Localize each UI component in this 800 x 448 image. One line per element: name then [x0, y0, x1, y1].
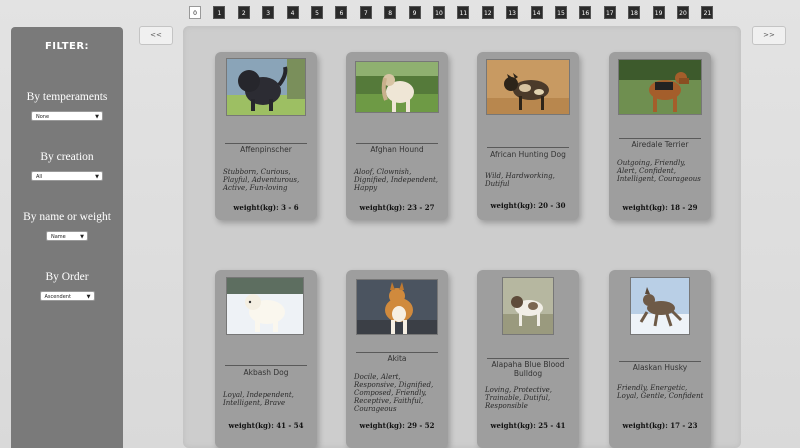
page-button-8[interactable]: 8: [384, 6, 397, 19]
dog-photo: [355, 61, 439, 113]
dog-weight: weight(kg): 29 - 52: [359, 421, 435, 430]
chevron-down-icon: ▼: [86, 294, 91, 300]
dog-card-afghan-hound[interactable]: Afghan Hound Aloof, Clownish, Dignified,…: [346, 52, 448, 220]
dog-weight: weight(kg): 18 - 29: [622, 203, 698, 212]
dog-weight: weight(kg): 25 - 41: [490, 421, 566, 430]
chevron-down-icon: ▼: [95, 174, 99, 180]
dog-photo: [486, 59, 570, 115]
card-divider: [356, 352, 438, 353]
dog-card-alaskan-husky[interactable]: Alaskan Husky Friendly, Energetic, Loyal…: [609, 270, 711, 448]
next-page-button[interactable]: >>: [752, 26, 786, 45]
dog-weight: weight(kg): 17 - 23: [622, 421, 698, 430]
chevron-down-icon: ▼: [80, 234, 84, 240]
page-button-21[interactable]: 21: [701, 6, 714, 19]
card-divider: [225, 143, 307, 144]
dog-weight: weight(kg): 20 - 30: [490, 201, 566, 210]
dog-name: African Hunting Dog: [490, 150, 566, 159]
page-button-10[interactable]: 10: [433, 6, 445, 19]
dog-temperament: Aloof, Clownish, Dignified, Independent,…: [354, 168, 439, 192]
dog-name: Alaskan Husky: [632, 363, 688, 372]
dog-photo: [226, 277, 304, 335]
card-divider: [356, 143, 438, 144]
order-filter: By Order Ascendent ▼: [11, 271, 123, 302]
dog-photo: [226, 58, 306, 116]
filter-title: FILTER:: [44, 41, 90, 52]
page-button-17[interactable]: 17: [603, 6, 616, 19]
order-select[interactable]: Ascendent ▼: [39, 291, 95, 301]
order-filter-label: By Order: [45, 271, 89, 283]
dog-name: Airedale Terrier: [631, 140, 689, 149]
dog-temperament: Outgoing, Friendly, Alert, Confident, In…: [617, 159, 701, 183]
filter-sidebar: FILTER: By temperaments None ▼ By creatio…: [11, 27, 123, 448]
page-button-0[interactable]: 0: [189, 6, 201, 19]
temperament-filter-label: By temperaments: [26, 91, 108, 103]
page-button-7[interactable]: 7: [359, 6, 372, 19]
creation-select[interactable]: All ▼: [31, 171, 103, 181]
page-button-18[interactable]: 18: [628, 6, 641, 19]
page-button-6[interactable]: 6: [335, 6, 348, 19]
page-button-11[interactable]: 11: [457, 6, 470, 19]
page-button-19[interactable]: 19: [652, 6, 665, 19]
dog-card-affenpinscher[interactable]: Affenpinscher Stubborn, Curious, Playful…: [215, 52, 317, 220]
dog-card-grid: Affenpinscher Stubborn, Curious, Playful…: [183, 26, 741, 448]
name-weight-filter-label: By name or weight: [23, 211, 111, 223]
page-button-4[interactable]: 4: [286, 6, 299, 19]
dog-temperament: Wild, Hardworking, Dutiful: [485, 172, 555, 188]
page-button-20[interactable]: 20: [677, 6, 689, 19]
card-divider: [225, 365, 307, 366]
dog-card-african-hunting-dog[interactable]: African Hunting Dog Wild, Hardworking, D…: [477, 52, 579, 220]
page-button-13[interactable]: 13: [506, 6, 519, 19]
page-button-3[interactable]: 3: [262, 6, 275, 19]
page-button-9[interactable]: 9: [408, 6, 421, 19]
prev-page-button[interactable]: <<: [139, 26, 173, 45]
creation-filter: By creation All ▼: [11, 151, 123, 182]
dog-photo: [630, 277, 690, 335]
card-divider: [487, 358, 569, 359]
dog-card-airedale-terrier[interactable]: Airedale Terrier Outgoing, Friendly, Ale…: [609, 52, 711, 220]
dog-name: Alapaha Blue Blood Bulldog: [491, 360, 565, 378]
dog-temperament: Stubborn, Curious, Playful, Adventurous,…: [223, 168, 300, 192]
page-button-15[interactable]: 15: [555, 6, 567, 19]
page-button-16[interactable]: 16: [579, 6, 592, 19]
name-weight-filter: By name or weight Name ▼: [11, 211, 123, 242]
dog-temperament: Loving, Protective, Trainable, Dutiful, …: [485, 386, 553, 410]
dog-temperament: Loyal, Independent, Intelligent, Brave: [223, 391, 294, 407]
dog-card-alapaha-blue-blood-bulldog[interactable]: Alapaha Blue Blood Bulldog Loving, Prote…: [477, 270, 579, 448]
creation-filter-label: By creation: [40, 151, 94, 163]
chevron-down-icon: ▼: [95, 114, 99, 120]
dog-name: Afghan Hound: [370, 145, 424, 154]
dog-name: Affenpinscher: [240, 145, 292, 154]
card-divider: [619, 361, 701, 362]
dog-card-akita[interactable]: Akita Docile, Alert, Responsive, Dignifi…: [346, 270, 448, 448]
card-divider: [487, 147, 569, 148]
dog-name: Akbash Dog: [243, 368, 289, 377]
temperament-filter: By temperaments None ▼: [11, 91, 123, 122]
dog-temperament: Friendly, Energetic, Loyal, Gentle, Conf…: [617, 384, 704, 400]
card-divider: [619, 138, 701, 139]
dog-photo: [618, 59, 702, 115]
page-button-5[interactable]: 5: [311, 6, 323, 19]
dog-photo: [356, 279, 438, 335]
page-button-1[interactable]: 1: [213, 6, 226, 19]
dog-temperament: Docile, Alert, Responsive, Dignified, Co…: [354, 373, 434, 413]
page-button-14[interactable]: 14: [530, 6, 543, 19]
dog-name: Akita: [387, 354, 407, 363]
dog-card-akbash-dog[interactable]: Akbash Dog Loyal, Independent, Intellige…: [215, 270, 317, 448]
dog-weight: weight(kg): 41 - 54: [228, 421, 304, 430]
page-button-12[interactable]: 12: [481, 6, 494, 19]
temperament-select[interactable]: None ▼: [31, 111, 103, 121]
dog-photo: [502, 277, 554, 335]
dog-weight: weight(kg): 3 - 6: [233, 203, 299, 212]
name-weight-select[interactable]: Name ▼: [46, 231, 88, 241]
dog-weight: weight(kg): 23 - 27: [359, 203, 435, 212]
page-button-2[interactable]: 2: [237, 6, 250, 19]
